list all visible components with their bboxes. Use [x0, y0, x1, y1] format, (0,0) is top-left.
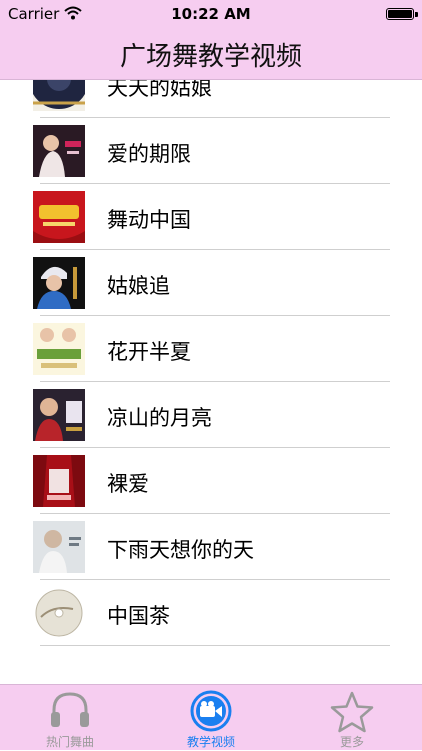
- list-item-label: 舞动中国: [107, 208, 191, 232]
- singer-portrait-thumbnail: [33, 257, 85, 309]
- tab-label: 更多: [339, 735, 364, 749]
- list-item-label: 下雨天想你的天: [107, 538, 254, 562]
- status-bar: Carrier 10:22 AM: [0, 0, 422, 28]
- tab-hot-dances[interactable]: 热门舞曲: [0, 685, 140, 751]
- list-item[interactable]: 凉山的月亮: [0, 382, 422, 448]
- battery-icon: [386, 8, 414, 20]
- red-banner-thumbnail: [33, 191, 85, 243]
- tab-teaching-videos[interactable]: 教学视频: [141, 685, 281, 751]
- singer-photo-thumbnail: [33, 125, 85, 177]
- tab-more[interactable]: 更多: [282, 685, 422, 751]
- navigation-bar: 广场舞教学视频: [0, 28, 422, 80]
- star-icon: [329, 690, 375, 738]
- cd-disc-thumbnail: [33, 80, 85, 111]
- list-item[interactable]: 姑娘追: [0, 250, 422, 316]
- album-cover-thumbnail: [33, 521, 85, 573]
- page-title: 广场舞教学视频: [119, 42, 302, 72]
- list-item[interactable]: 下雨天想你的天: [0, 514, 422, 580]
- list-item[interactable]: 花开半夏: [0, 316, 422, 382]
- list-item-label: 爱的期限: [107, 142, 191, 166]
- cd-disc-thumbnail: [33, 587, 85, 639]
- video-list[interactable]: 天天的姑娘 爱的期限 舞动中国 姑娘追 花开半夏 凉山的月亮 裸爱 下雨天想你的…: [0, 80, 422, 684]
- list-item-label: 中国茶: [107, 604, 170, 628]
- headphones-icon: [48, 690, 92, 734]
- list-item-label: 姑娘追: [107, 274, 170, 298]
- list-item-label: 凉山的月亮: [107, 406, 212, 430]
- list-item-label: 花开半夏: [107, 340, 191, 364]
- list-item[interactable]: 裸爱: [0, 448, 422, 514]
- clock-label: 10:22 AM: [171, 5, 251, 23]
- list-item[interactable]: 中国茶: [0, 580, 422, 646]
- tab-label: 教学视频: [186, 735, 235, 749]
- tab-label: 热门舞曲: [45, 735, 94, 749]
- list-item-label: 裸爱: [107, 472, 149, 496]
- red-stage-thumbnail: [33, 455, 85, 507]
- list-item[interactable]: 爱的期限: [0, 118, 422, 184]
- album-cover-thumbnail: [33, 389, 85, 441]
- list-item[interactable]: 天天的姑娘: [0, 80, 422, 118]
- video-camera-icon: [189, 690, 233, 736]
- tab-bar: 热门舞曲 教学视频 更多: [0, 684, 422, 750]
- album-cover-thumbnail: [33, 323, 85, 375]
- list-item-label: 天天的姑娘: [107, 80, 212, 100]
- list-item[interactable]: 舞动中国: [0, 184, 422, 250]
